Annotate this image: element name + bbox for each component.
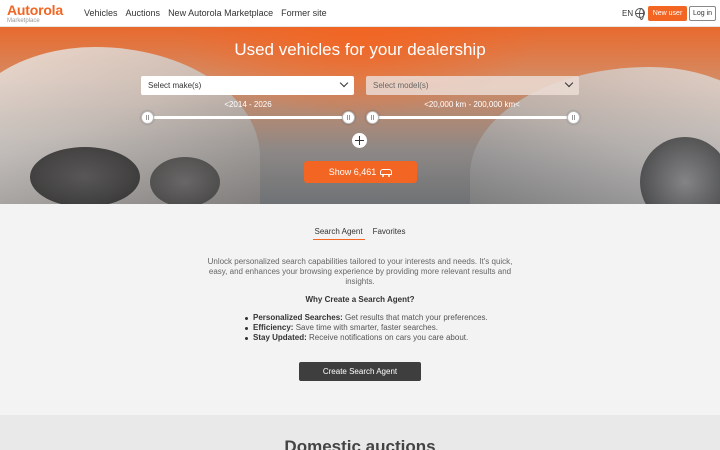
login-button[interactable]: Log in	[689, 6, 716, 21]
benefits-list: Personalized Searches: Get results that …	[243, 313, 488, 343]
top-navigation-bar: Autorola Marketplace Vehicles Auctions N…	[0, 0, 720, 27]
list-item: Efficiency: Save time with smarter, fast…	[243, 323, 488, 333]
benefit-title: Personalized Searches:	[253, 313, 343, 322]
benefit-text: Receive notifications on cars you care a…	[306, 333, 469, 342]
language-code: EN	[622, 8, 634, 18]
nav-link-auctions[interactable]: Auctions	[126, 8, 161, 18]
new-user-button[interactable]: New user	[648, 6, 687, 21]
benefit-text: Get results that match your preferences.	[342, 313, 488, 322]
language-selector[interactable]: EN	[622, 8, 646, 20]
why-search-agent-heading: Why Create a Search Agent?	[305, 295, 415, 304]
nav-link-vehicles[interactable]: Vehicles	[84, 8, 118, 18]
logo-name: Autorola	[7, 2, 63, 18]
model-select[interactable]: Select model(s)	[366, 76, 579, 95]
chevron-down-icon	[564, 78, 574, 88]
nav-link-former-site[interactable]: Former site	[281, 8, 327, 18]
autorola-logo[interactable]: Autorola Marketplace	[7, 3, 63, 24]
model-select-label: Select model(s)	[373, 81, 429, 90]
hero-car-headlight-secondary	[150, 157, 220, 204]
nav-link-new-marketplace[interactable]: New Autorola Marketplace	[168, 8, 273, 18]
make-select[interactable]: Select make(s)	[141, 76, 354, 95]
show-results-label: Show 6,461	[328, 167, 377, 177]
tab-search-agent[interactable]: Search Agent	[312, 227, 365, 240]
chevron-down-icon	[339, 78, 349, 88]
hero-car-headlight	[30, 147, 140, 204]
year-range-label: <2014 - 2026	[224, 100, 272, 109]
domestic-auctions-section: Domestic auctions	[0, 415, 720, 450]
search-agent-intro: Unlock personalized search capabilities …	[207, 257, 513, 286]
search-agent-section: Search Agent Favorites Unlock personaliz…	[0, 204, 720, 415]
create-search-agent-button[interactable]: Create Search Agent	[299, 362, 421, 381]
search-agent-tabs: Search Agent Favorites	[0, 227, 720, 240]
hero-search-banner: Used vehicles for your dealership Select…	[0, 27, 720, 204]
make-select-label: Select make(s)	[148, 81, 202, 90]
km-range-min-handle[interactable]	[366, 111, 379, 124]
show-results-button[interactable]: Show 6,461	[304, 161, 417, 183]
logo-subtitle: Marketplace	[7, 18, 40, 24]
hero-title: Used vehicles for your dealership	[234, 40, 486, 59]
tab-favorites[interactable]: Favorites	[371, 227, 408, 240]
main-nav: Vehicles Auctions New Autorola Marketpla…	[84, 8, 327, 18]
globe-icon	[635, 8, 646, 20]
km-range-label: <20,000 km - 200,000 km<	[424, 100, 520, 109]
list-item: Stay Updated: Receive notifications on c…	[243, 333, 488, 343]
benefit-text: Save time with smarter, faster searches.	[293, 323, 438, 332]
year-range-min-handle[interactable]	[141, 111, 154, 124]
car-icon	[380, 169, 393, 177]
km-range-track[interactable]	[372, 116, 574, 119]
add-filter-plus-icon[interactable]	[352, 133, 367, 148]
benefit-title: Efficiency:	[253, 323, 294, 332]
year-range-track[interactable]	[147, 116, 349, 119]
benefit-title: Stay Updated:	[253, 333, 307, 342]
domestic-auctions-heading: Domestic auctions	[284, 437, 436, 450]
km-range-max-handle[interactable]	[567, 111, 580, 124]
year-range-max-handle[interactable]	[342, 111, 355, 124]
list-item: Personalized Searches: Get results that …	[243, 313, 488, 323]
